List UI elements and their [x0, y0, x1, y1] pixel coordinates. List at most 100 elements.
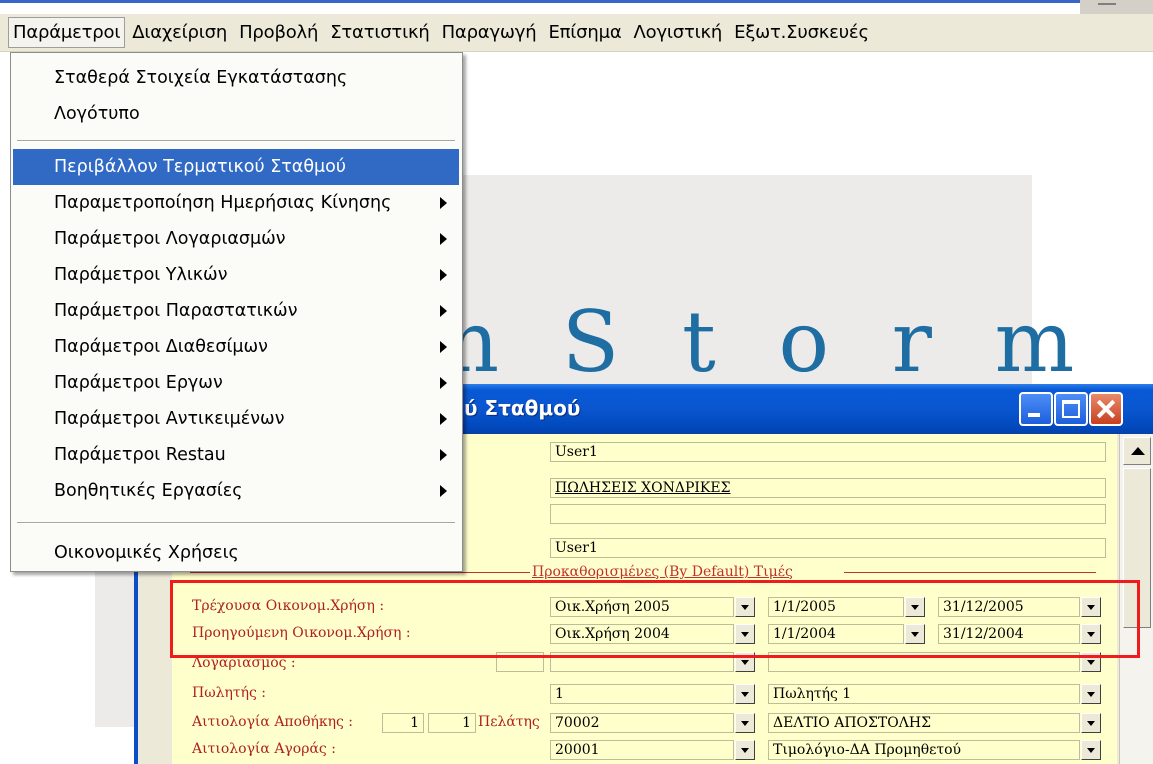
chevron-down-icon: [741, 605, 749, 610]
warehouse-reason-n2[interactable]: 1: [428, 713, 476, 733]
menu-item-fiscal-years[interactable]: Οικονομικές Χρήσεις: [13, 535, 459, 571]
previous-year-to-dropdown[interactable]: [1081, 624, 1101, 644]
chevron-down-icon: [1087, 748, 1095, 753]
account-select[interactable]: [550, 652, 734, 672]
menu-item-label: Οικονομικές Χρήσεις: [54, 543, 239, 563]
chevron-down-icon: [741, 632, 749, 637]
menu-management[interactable]: Διαχείριση: [127, 17, 232, 48]
warehouse-reason-name-field[interactable]: ΔΕΛΤΙΟ ΑΠΟΣΤΟΛΗΣ: [768, 713, 1080, 733]
previous-year-label: Προηγούμενη Οικονομ.Χρήση :: [192, 625, 411, 641]
menu-view[interactable]: Προβολή: [234, 17, 323, 48]
warehouse-reason-code-select[interactable]: 70002: [550, 713, 734, 733]
section-rule-left: [190, 572, 530, 573]
account-name-field[interactable]: [768, 652, 1080, 672]
menu-item-auxiliary-tasks[interactable]: Βοηθητικές Εργασίες: [13, 473, 459, 509]
current-year-to-dropdown[interactable]: [1081, 597, 1101, 617]
previous-year-select[interactable]: Οικ.Χρήση 2004: [550, 624, 734, 644]
menu-separator: [17, 140, 455, 142]
current-year-dropdown-button[interactable]: [735, 597, 755, 617]
purchase-reason-dropdown-button[interactable]: [735, 740, 755, 760]
purchase-reason-name-field[interactable]: Τιμολόγιο-ΔΑ Προμηθετού: [768, 740, 1080, 760]
submenu-arrow-icon: [440, 233, 447, 245]
purchase-reason-name-dropdown[interactable]: [1081, 740, 1101, 760]
menu-item-terminal-station-environment[interactable]: Περιβάλλον Τερματικού Σταθμού: [13, 149, 459, 185]
salesman-dropdown-button[interactable]: [735, 684, 755, 704]
previous-year-from-dropdown[interactable]: [905, 624, 925, 644]
salesman-label: Πωλητής :: [192, 685, 267, 701]
chevron-down-icon: [1087, 632, 1095, 637]
section-rule-right: [844, 572, 1096, 573]
previous-year-dropdown-button[interactable]: [735, 624, 755, 644]
menu-external-devices[interactable]: Εξωτ.Συσκευές: [729, 17, 874, 48]
salesman-code-select[interactable]: 1: [550, 684, 734, 704]
menu-item-label: Βοηθητικές Εργασίες: [54, 481, 243, 501]
menu-item-daily-movement-parameters[interactable]: Παραμετροποίηση Ημερήσιας Κίνησης: [13, 185, 459, 221]
parameters-dropdown-menu: Σταθερά Στοιχεία Εγκατάστασης Λογότυπο Π…: [10, 52, 463, 572]
submenu-arrow-icon: [440, 269, 447, 281]
menu-item-label: Παράμετροι Παραστατικών: [54, 301, 298, 321]
minimize-mark: [1098, 3, 1116, 5]
warehouse-reason-name-dropdown[interactable]: [1081, 713, 1101, 733]
menu-item-label: Παράμετροι Λογαριασμών: [54, 229, 286, 249]
chevron-down-icon: [911, 605, 919, 610]
submenu-arrow-icon: [440, 485, 447, 497]
menu-item-label: Παράμετροι Διαθεσίμων: [54, 337, 268, 357]
chevron-down-icon: [1087, 660, 1095, 665]
close-button[interactable]: [1089, 392, 1123, 426]
menu-item-label: Παράμετροι Restau: [54, 445, 226, 465]
menu-accounting[interactable]: Λογιστική: [629, 17, 728, 48]
chevron-down-icon: [1087, 692, 1095, 697]
menu-item-cash-parameters[interactable]: Παράμετροι Διαθεσίμων: [13, 329, 459, 365]
current-year-to-date[interactable]: 31/12/2005: [938, 597, 1080, 617]
titlebar-corner: [1080, 0, 1153, 14]
current-year-select[interactable]: Οικ.Χρήση 2005: [550, 597, 734, 617]
chevron-down-icon: [741, 660, 749, 665]
maximize-button[interactable]: [1054, 392, 1088, 426]
menu-item-label: Παράμετροι Εργων: [54, 373, 223, 393]
menu-item-installation-settings[interactable]: Σταθερά Στοιχεία Εγκατάστασης: [13, 60, 459, 96]
menu-item-label: Περιβάλλον Τερματικού Σταθμού: [54, 157, 347, 177]
previous-year-from-date[interactable]: 1/1/2004: [768, 624, 904, 644]
menubar: Παράμετροι Διαχείριση Προβολή Στατιστική…: [0, 14, 1153, 52]
menu-item-label: Παράμετροι Αντικειμένων: [54, 409, 285, 429]
minimize-button[interactable]: [1019, 392, 1053, 426]
menu-production[interactable]: Παραγωγή: [437, 17, 542, 48]
submenu-arrow-icon: [440, 413, 447, 425]
submenu-arrow-icon: [440, 305, 447, 317]
current-year-from-date[interactable]: 1/1/2005: [768, 597, 904, 617]
salesman-name-dropdown[interactable]: [1081, 684, 1101, 704]
purchase-reason-code-select[interactable]: 20001: [550, 740, 734, 760]
menu-item-logo[interactable]: Λογότυπο: [13, 96, 459, 132]
submenu-arrow-icon: [440, 449, 447, 461]
titlebar-edge: [0, 0, 1080, 3]
account-dropdown-button[interactable]: [735, 652, 755, 672]
user-field-2[interactable]: User1: [550, 538, 1106, 558]
empty-field[interactable]: [550, 504, 1106, 524]
user-field[interactable]: User1: [550, 442, 1106, 462]
menu-item-label: Σταθερά Στοιχεία Εγκατάστασης: [54, 68, 348, 88]
menu-item-project-parameters[interactable]: Παράμετροι Εργων: [13, 365, 459, 401]
menu-item-restau-parameters[interactable]: Παράμετροι Restau: [13, 437, 459, 473]
minimize-icon: [1028, 413, 1040, 417]
scrollbar-thumb[interactable]: [1123, 468, 1151, 628]
warehouse-reason-dropdown-button[interactable]: [735, 713, 755, 733]
window-top-strip: [0, 0, 1153, 14]
menu-item-document-parameters[interactable]: Παράμετροι Παραστατικών: [13, 293, 459, 329]
current-year-from-dropdown[interactable]: [905, 597, 925, 617]
menu-statistics[interactable]: Στατιστική: [325, 17, 434, 48]
menu-parameters[interactable]: Παράμετροι: [8, 17, 126, 48]
menu-official[interactable]: Επίσημα: [543, 17, 626, 48]
warehouse-reason-n1[interactable]: 1: [382, 713, 424, 733]
menu-item-account-parameters[interactable]: Παράμετροι Λογαριασμών: [13, 221, 459, 257]
account-name-dropdown[interactable]: [1081, 652, 1101, 672]
department-field[interactable]: ΠΩΛΗΣΕΙΣ ΧΟΝΔΡΙΚΕΣ: [550, 478, 1106, 498]
menu-item-material-parameters[interactable]: Παράμετροι Υλικών: [13, 257, 459, 293]
vertical-scrollbar[interactable]: [1119, 434, 1153, 764]
salesman-name-field[interactable]: Πωλητής 1: [768, 684, 1080, 704]
account-label: Λογαριασμός :: [192, 655, 296, 671]
previous-year-to-date[interactable]: 31/12/2004: [938, 624, 1080, 644]
account-code-field[interactable]: [496, 652, 544, 672]
chevron-down-icon: [1087, 605, 1095, 610]
scroll-up-button[interactable]: [1123, 437, 1151, 465]
menu-item-object-parameters[interactable]: Παράμετροι Αντικειμένων: [13, 401, 459, 437]
